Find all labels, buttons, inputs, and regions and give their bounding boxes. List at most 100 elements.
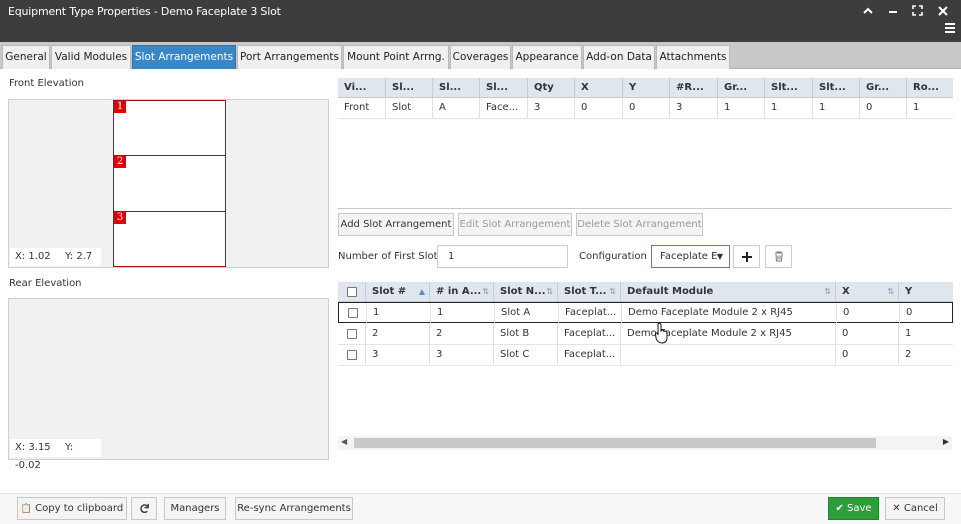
maximize-icon[interactable]: [905, 4, 930, 20]
col-slot-2[interactable]: Sl...: [433, 78, 480, 98]
window-title: Equipment Type Properties - Demo Facepla…: [8, 5, 281, 18]
tab-slot-arrangements[interactable]: Slot Arrangements: [132, 45, 236, 69]
chevron-down-icon: ▼: [716, 252, 723, 261]
close-icon: ✕: [892, 503, 901, 514]
rear-elevation-canvas[interactable]: X: 3.15 Y: -0.02: [8, 298, 329, 471]
col-qty[interactable]: Qty: [528, 78, 575, 98]
tab-general[interactable]: General: [2, 45, 50, 69]
cell: Faceplat...: [558, 324, 621, 344]
slot-1-rect[interactable]: 1: [113, 100, 226, 156]
table-row[interactable]: 2 2 Slot B Faceplat... Demo Faceplate Mo…: [338, 324, 953, 345]
tab-strip: General Valid Modules Slot Arrangements …: [0, 42, 961, 69]
col-slot-number[interactable]: Slot # ▲: [366, 282, 430, 302]
save-button[interactable]: ✔ Save: [828, 497, 879, 520]
arrangement-grid-header: Vi... Sl... Sl... Sl... Qty X Y #R... Gr…: [338, 78, 953, 98]
cell: Faceplat...: [558, 345, 621, 365]
col-slt-2[interactable]: Slt...: [813, 78, 860, 98]
cell: Front: [338, 98, 386, 118]
row-checkbox[interactable]: [348, 308, 358, 318]
tab-add-on-data[interactable]: Add-on Data: [583, 45, 655, 69]
row-checkbox[interactable]: [347, 350, 357, 360]
cell: Faceplat...: [559, 303, 622, 323]
resync-arrangements-button[interactable]: Re-sync Arrangements: [235, 497, 353, 520]
select-all-cell: [338, 282, 366, 302]
col-slt-1[interactable]: Slt...: [765, 78, 813, 98]
cell: 2: [905, 349, 912, 360]
col-slot-1[interactable]: Sl...: [386, 78, 433, 98]
tab-coverages[interactable]: Coverages: [450, 45, 511, 69]
col-slot-type[interactable]: Slot T... ⇅: [558, 282, 621, 302]
add-slot-arrangement-button[interactable]: Add Slot Arrangement: [338, 213, 454, 236]
cell: 1: [718, 98, 765, 118]
cell: [621, 345, 836, 365]
edit-slot-arrangement-button[interactable]: Edit Slot Arrangement: [458, 213, 572, 236]
collapse-icon[interactable]: [855, 4, 880, 20]
row-checkbox[interactable]: [347, 329, 357, 339]
horizontal-scrollbar[interactable]: ◀ ▶: [338, 436, 952, 450]
col-slot-name[interactable]: Slot N... ⇅: [494, 282, 558, 302]
col-x[interactable]: X ⇅: [836, 282, 899, 302]
col-group-2[interactable]: Gr...: [860, 78, 907, 98]
configuration-value: Faceplate E: [660, 251, 718, 262]
cell: 0: [837, 303, 900, 323]
col-group-1[interactable]: Gr...: [718, 78, 765, 98]
col-rows[interactable]: #R...: [670, 78, 718, 98]
front-elevation-canvas[interactable]: 1 2 3 X: 1.02 Y: 2.7: [8, 99, 329, 268]
cell: 2: [430, 324, 494, 344]
slot-2-rect[interactable]: 2: [113, 155, 226, 212]
table-row[interactable]: Front Slot A Face... 3 0 0 3 1 1 1 0 1: [338, 98, 953, 119]
first-slot-label: Number of First Slot: [338, 251, 438, 262]
col-slot-3[interactable]: Sl...: [480, 78, 528, 98]
col-slot-type-label: Slot T...: [564, 286, 607, 297]
cell: 0: [623, 98, 670, 118]
table-row[interactable]: 3 3 Slot C Faceplat... 0 2: [338, 345, 953, 366]
tab-port-arrangements[interactable]: Port Arrangements: [237, 45, 342, 69]
cell: 2: [366, 324, 430, 344]
tab-appearance[interactable]: Appearance: [512, 45, 582, 69]
cancel-button[interactable]: ✕ Cancel: [885, 497, 945, 520]
configuration-select[interactable]: Faceplate E ▼: [651, 245, 730, 268]
tab-mount-point-arrng[interactable]: Mount Point Arrng.: [343, 45, 449, 69]
slot-number-badge: 1: [114, 101, 126, 113]
col-y[interactable]: Y: [623, 78, 670, 98]
managers-button[interactable]: Managers: [164, 497, 226, 520]
add-configuration-button[interactable]: [733, 245, 760, 268]
minimize-icon[interactable]: [880, 4, 905, 20]
cell: A: [433, 98, 480, 118]
slot-number-badge: 2: [114, 156, 126, 168]
sort-icon: ⇅: [824, 287, 831, 296]
scrollbar-thumb[interactable]: [354, 438, 876, 448]
col-view[interactable]: Vi...: [338, 78, 386, 98]
col-default-module[interactable]: Default Module ⇅: [621, 282, 836, 302]
tab-valid-modules[interactable]: Valid Modules: [51, 45, 131, 69]
title-bar: Equipment Type Properties - Demo Facepla…: [0, 0, 961, 42]
row-select-cell: [338, 345, 366, 365]
table-row[interactable]: 1 1 Slot A Faceplat... Demo Faceplate Mo…: [338, 302, 953, 323]
menu-icon[interactable]: [945, 23, 955, 33]
sort-icon: ⇅: [887, 287, 894, 296]
slot-3-rect[interactable]: 3: [113, 211, 226, 267]
scroll-left-icon[interactable]: ◀: [341, 437, 347, 446]
rear-coordinate-readout: X: 3.15 Y: -0.02: [10, 439, 101, 471]
copy-to-clipboard-button[interactable]: 📋 Copy to clipboard: [17, 497, 127, 520]
cell: 1: [431, 303, 495, 323]
cell: Face...: [480, 98, 528, 118]
col-x[interactable]: X: [575, 78, 623, 98]
first-slot-input[interactable]: 1: [437, 245, 568, 268]
configuration-label: Configuration: [579, 251, 647, 262]
copy-to-clipboard-label: Copy to clipboard: [35, 503, 124, 514]
refresh-button[interactable]: [131, 497, 157, 520]
close-icon[interactable]: [930, 4, 955, 20]
delete-configuration-button[interactable]: [765, 245, 792, 268]
select-all-checkbox[interactable]: [347, 287, 357, 297]
col-number-in-arrangement[interactable]: # in A... ⇅: [430, 282, 494, 302]
cell: Slot C: [494, 345, 558, 365]
col-y[interactable]: Y: [899, 282, 953, 302]
cancel-label: Cancel: [903, 503, 938, 514]
save-label: Save: [847, 503, 872, 514]
front-coord-y: Y: 2.7: [65, 251, 93, 262]
delete-slot-arrangement-button[interactable]: Delete Slot Arrangement: [576, 213, 703, 236]
scroll-right-icon[interactable]: ▶: [943, 437, 949, 446]
tab-attachments[interactable]: Attachments: [656, 45, 730, 69]
col-row-2[interactable]: Ro...: [907, 78, 953, 98]
